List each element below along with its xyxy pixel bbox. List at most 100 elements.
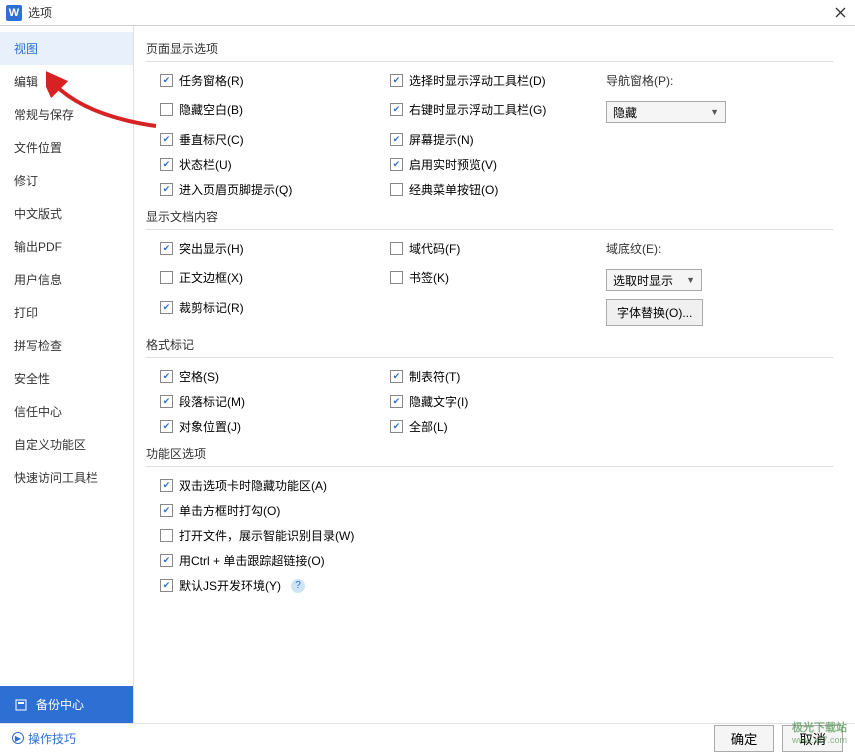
sidebar-item-8[interactable]: 打印 [0,296,133,329]
checkbox-label: 制表符(T) [409,368,460,385]
checkbox[interactable]: 启用实时预览(V) [376,156,596,173]
tips-label: 操作技巧 [28,730,76,747]
sidebar-item-5[interactable]: 中文版式 [0,197,133,230]
sidebar-item-11[interactable]: 信任中心 [0,395,133,428]
checkbox-box [160,271,173,284]
window-title: 选项 [28,4,831,21]
checkbox[interactable]: 书签(K) [376,269,596,286]
nav-pane-dropdown[interactable]: 隐藏▼ [606,101,726,123]
checkbox-label: 默认JS开发环境(Y) [179,577,281,594]
checkbox[interactable]: 双击选项卡时隐藏功能区(A) [146,477,833,494]
content-panel: 页面显示选项 任务窗格(R)选择时显示浮动工具栏(D)导航窗格(P):隐藏空白(… [134,26,855,723]
tips-link[interactable]: ▶ 操作技巧 [12,730,76,747]
checkbox-label: 单击方框时打勾(O) [179,502,280,519]
checkbox-box [390,103,403,116]
checkbox[interactable]: 隐藏文字(I) [376,393,596,410]
checkbox-box [160,479,173,492]
checkbox-box [390,242,403,255]
backup-center-button[interactable]: 备份中心 [0,686,133,723]
checkbox[interactable]: 经典菜单按钮(O) [376,181,596,198]
close-button[interactable] [831,4,849,22]
checkbox-box [160,529,173,542]
checkbox-label: 任务窗格(R) [179,72,244,89]
checkbox[interactable]: 隐藏空白(B) [146,101,376,118]
section-title: 显示文档内容 [146,208,833,230]
checkbox-label: 打开文件，展示智能识别目录(W) [179,527,354,544]
app-icon: W [6,5,22,21]
ok-button[interactable]: 确定 [714,725,775,752]
field-shading-label: 域底纹(E): [606,240,833,257]
checkbox[interactable]: 制表符(T) [376,368,596,385]
section-page-display: 页面显示选项 任务窗格(R)选择时显示浮动工具栏(D)导航窗格(P):隐藏空白(… [146,40,833,198]
checkbox-label: 全部(L) [409,418,448,435]
cancel-button[interactable]: 取消 [782,725,843,752]
checkbox-box [160,133,173,146]
checkbox-box [390,74,403,87]
footer: ▶ 操作技巧 确定 取消 [0,724,855,752]
main-area: 视图编辑常规与保存文件位置修订中文版式输出PDF用户信息打印拼写检查安全性信任中… [0,26,855,724]
checkbox-label: 屏幕提示(N) [409,131,474,148]
checkbox[interactable]: 对象位置(J) [146,418,376,435]
checkbox-label: 垂直标尺(C) [179,131,244,148]
checkbox[interactable]: 屏幕提示(N) [376,131,596,148]
checkbox-box [390,370,403,383]
sidebar-item-3[interactable]: 文件位置 [0,131,133,164]
nav-pane-label: 导航窗格(P): [606,72,833,89]
sidebar-item-2[interactable]: 常规与保存 [0,98,133,131]
font-substitution-button[interactable]: 字体替换(O)... [606,299,703,326]
checkbox-label: 段落标记(M) [179,393,245,410]
sidebar-item-12[interactable]: 自定义功能区 [0,428,133,461]
help-icon[interactable]: ? [291,579,305,593]
checkbox[interactable]: 状态栏(U) [146,156,376,173]
checkbox-box [160,74,173,87]
checkbox-box [160,579,173,592]
field-shading-dropdown[interactable]: 选取时显示▼ [606,269,702,291]
checkbox-label: 经典菜单按钮(O) [409,181,498,198]
checkbox-box [160,158,173,171]
checkbox[interactable]: 空格(S) [146,368,376,385]
checkbox-box [390,420,403,433]
checkbox-label: 进入页眉页脚提示(Q) [179,181,292,198]
checkbox[interactable]: 选择时显示浮动工具栏(D) [376,72,596,89]
checkbox[interactable]: 裁剪标记(R) [146,299,376,316]
checkbox[interactable]: 段落标记(M) [146,393,376,410]
checkbox[interactable]: 默认JS开发环境(Y)? [146,577,833,594]
checkbox-label: 用Ctrl + 单击跟踪超链接(O) [179,552,325,569]
sidebar: 视图编辑常规与保存文件位置修订中文版式输出PDF用户信息打印拼写检查安全性信任中… [0,26,134,723]
checkbox[interactable]: 右键时显示浮动工具栏(G) [376,101,596,118]
checkbox-label: 选择时显示浮动工具栏(D) [409,72,546,89]
checkbox[interactable]: 用Ctrl + 单击跟踪超链接(O) [146,552,833,569]
sidebar-item-6[interactable]: 输出PDF [0,230,133,263]
backup-icon [14,698,28,712]
section-title: 格式标记 [146,336,833,358]
checkbox-box [160,183,173,196]
backup-label: 备份中心 [36,696,84,713]
sidebar-item-7[interactable]: 用户信息 [0,263,133,296]
checkbox[interactable]: 单击方框时打勾(O) [146,502,833,519]
checkbox[interactable]: 全部(L) [376,418,596,435]
checkbox[interactable]: 垂直标尺(C) [146,131,376,148]
checkbox-box [160,504,173,517]
checkbox-label: 状态栏(U) [179,156,232,173]
checkbox[interactable]: 任务窗格(R) [146,72,376,89]
checkbox[interactable]: 打开文件，展示智能识别目录(W) [146,527,833,544]
checkbox-box [390,133,403,146]
checkbox[interactable]: 进入页眉页脚提示(Q) [146,181,376,198]
checkbox-box [160,103,173,116]
checkbox[interactable]: 正文边框(X) [146,269,376,286]
checkbox-box [160,554,173,567]
sidebar-item-9[interactable]: 拼写检查 [0,329,133,362]
checkbox-label: 突出显示(H) [179,240,244,257]
checkbox-box [160,370,173,383]
checkbox[interactable]: 域代码(F) [376,240,596,257]
checkbox-label: 对象位置(J) [179,418,241,435]
dropdown-value: 隐藏 [613,104,637,121]
checkbox-label: 启用实时预览(V) [409,156,497,173]
sidebar-item-13[interactable]: 快速访问工具栏 [0,461,133,494]
sidebar-item-0[interactable]: 视图 [0,32,133,65]
sidebar-item-1[interactable]: 编辑 [0,65,133,98]
sidebar-item-4[interactable]: 修订 [0,164,133,197]
sidebar-item-10[interactable]: 安全性 [0,362,133,395]
dropdown-value: 选取时显示 [613,272,673,289]
checkbox[interactable]: 突出显示(H) [146,240,376,257]
